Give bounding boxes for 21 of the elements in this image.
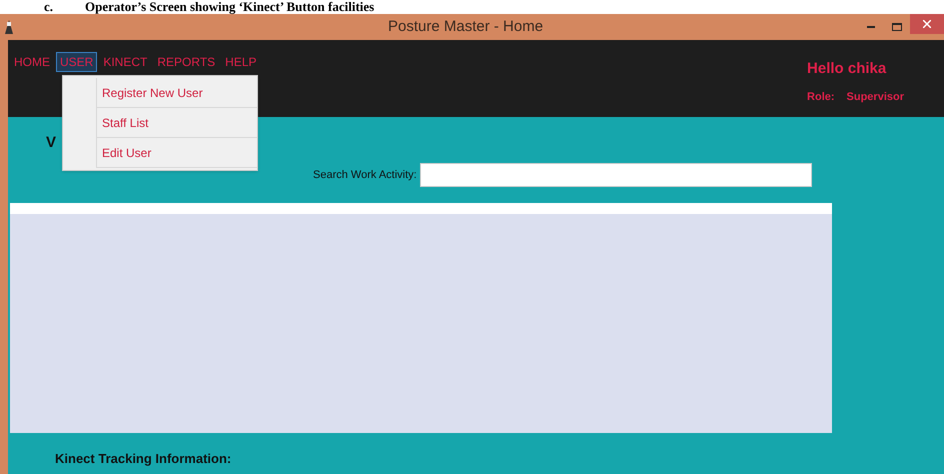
window-title: Posture Master - Home	[388, 16, 544, 37]
menu-item[interactable]: KINECT	[99, 52, 152, 72]
caption-text: Operator’s Screen showing ‘Kinect’ Button facilities	[85, 0, 374, 14]
search-label: Search Work Activity:	[313, 168, 417, 183]
kinect-tracking-label: Kinect Tracking Information:	[55, 451, 232, 466]
role-value: Supervisor	[846, 90, 904, 104]
close-button[interactable]	[910, 14, 944, 34]
role-label: Role:	[807, 90, 835, 104]
greeting-text: Hello chika	[807, 59, 888, 79]
app-icon	[4, 20, 14, 34]
menu-item[interactable]: HOME	[10, 52, 54, 72]
heading-text: V	[46, 134, 56, 151]
menu-item[interactable]: HELP	[221, 52, 261, 72]
search-field[interactable]	[420, 163, 812, 187]
dropdown-item[interactable]: Edit User	[96, 138, 257, 168]
menu-item[interactable]: REPORTS	[153, 52, 220, 72]
close-icon	[923, 20, 931, 28]
dropdown-item[interactable]: Register New User	[96, 78, 257, 108]
dropdown-item[interactable]: Staff List	[96, 108, 257, 138]
caption-label: c.	[44, 0, 54, 14]
menu-item[interactable]: USER	[56, 52, 98, 72]
